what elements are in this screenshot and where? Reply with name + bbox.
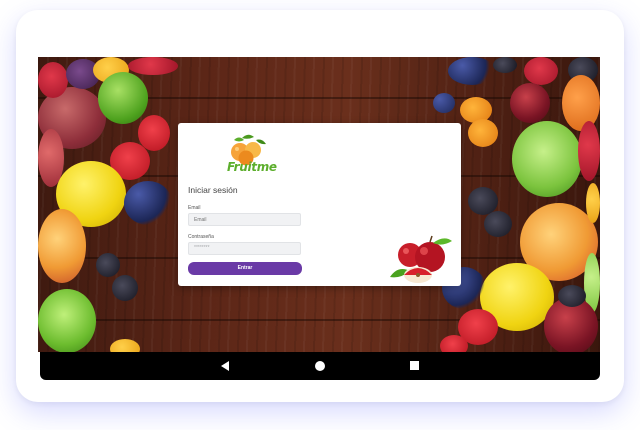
back-icon[interactable] [221, 361, 229, 371]
raspberry-image [578, 121, 600, 181]
brand-name: Fruitme [227, 160, 277, 174]
orange-image [586, 183, 600, 223]
green-apple-image [512, 121, 582, 197]
orange-image [562, 75, 600, 131]
blackberry-image [493, 57, 517, 73]
email-input[interactable] [188, 213, 301, 226]
plum-image [510, 83, 550, 123]
password-input[interactable]: ******** [188, 242, 301, 255]
green-apple-image [38, 289, 96, 352]
blackberry-image [484, 211, 512, 237]
email-label: Email [188, 205, 201, 211]
strawberry-image [440, 335, 468, 352]
blackberry-image [112, 275, 138, 301]
raspberry-image [38, 62, 68, 98]
blackberry-image [558, 285, 586, 307]
blueberries-image [433, 93, 455, 113]
raspberry-image [128, 57, 178, 75]
raspberry-image [524, 57, 558, 85]
system-nav-bar [40, 352, 600, 380]
login-card: Fruitme Iniciar sesión Email Contraseña … [178, 123, 461, 286]
kumquat-image [468, 119, 498, 147]
blueberries-image [124, 181, 172, 225]
blackberry-image [96, 253, 120, 277]
home-icon[interactable] [315, 361, 325, 371]
apple-decoration-image [390, 235, 452, 283]
blueberries-image [448, 57, 496, 85]
recent-apps-icon[interactable] [410, 361, 419, 370]
lime-image [98, 72, 148, 124]
password-label: Contraseña [188, 234, 214, 240]
peach-image [38, 209, 86, 283]
orange-image [110, 339, 140, 352]
login-submit-button[interactable]: Entrar [188, 262, 302, 275]
login-title: Iniciar sesión [188, 185, 238, 195]
